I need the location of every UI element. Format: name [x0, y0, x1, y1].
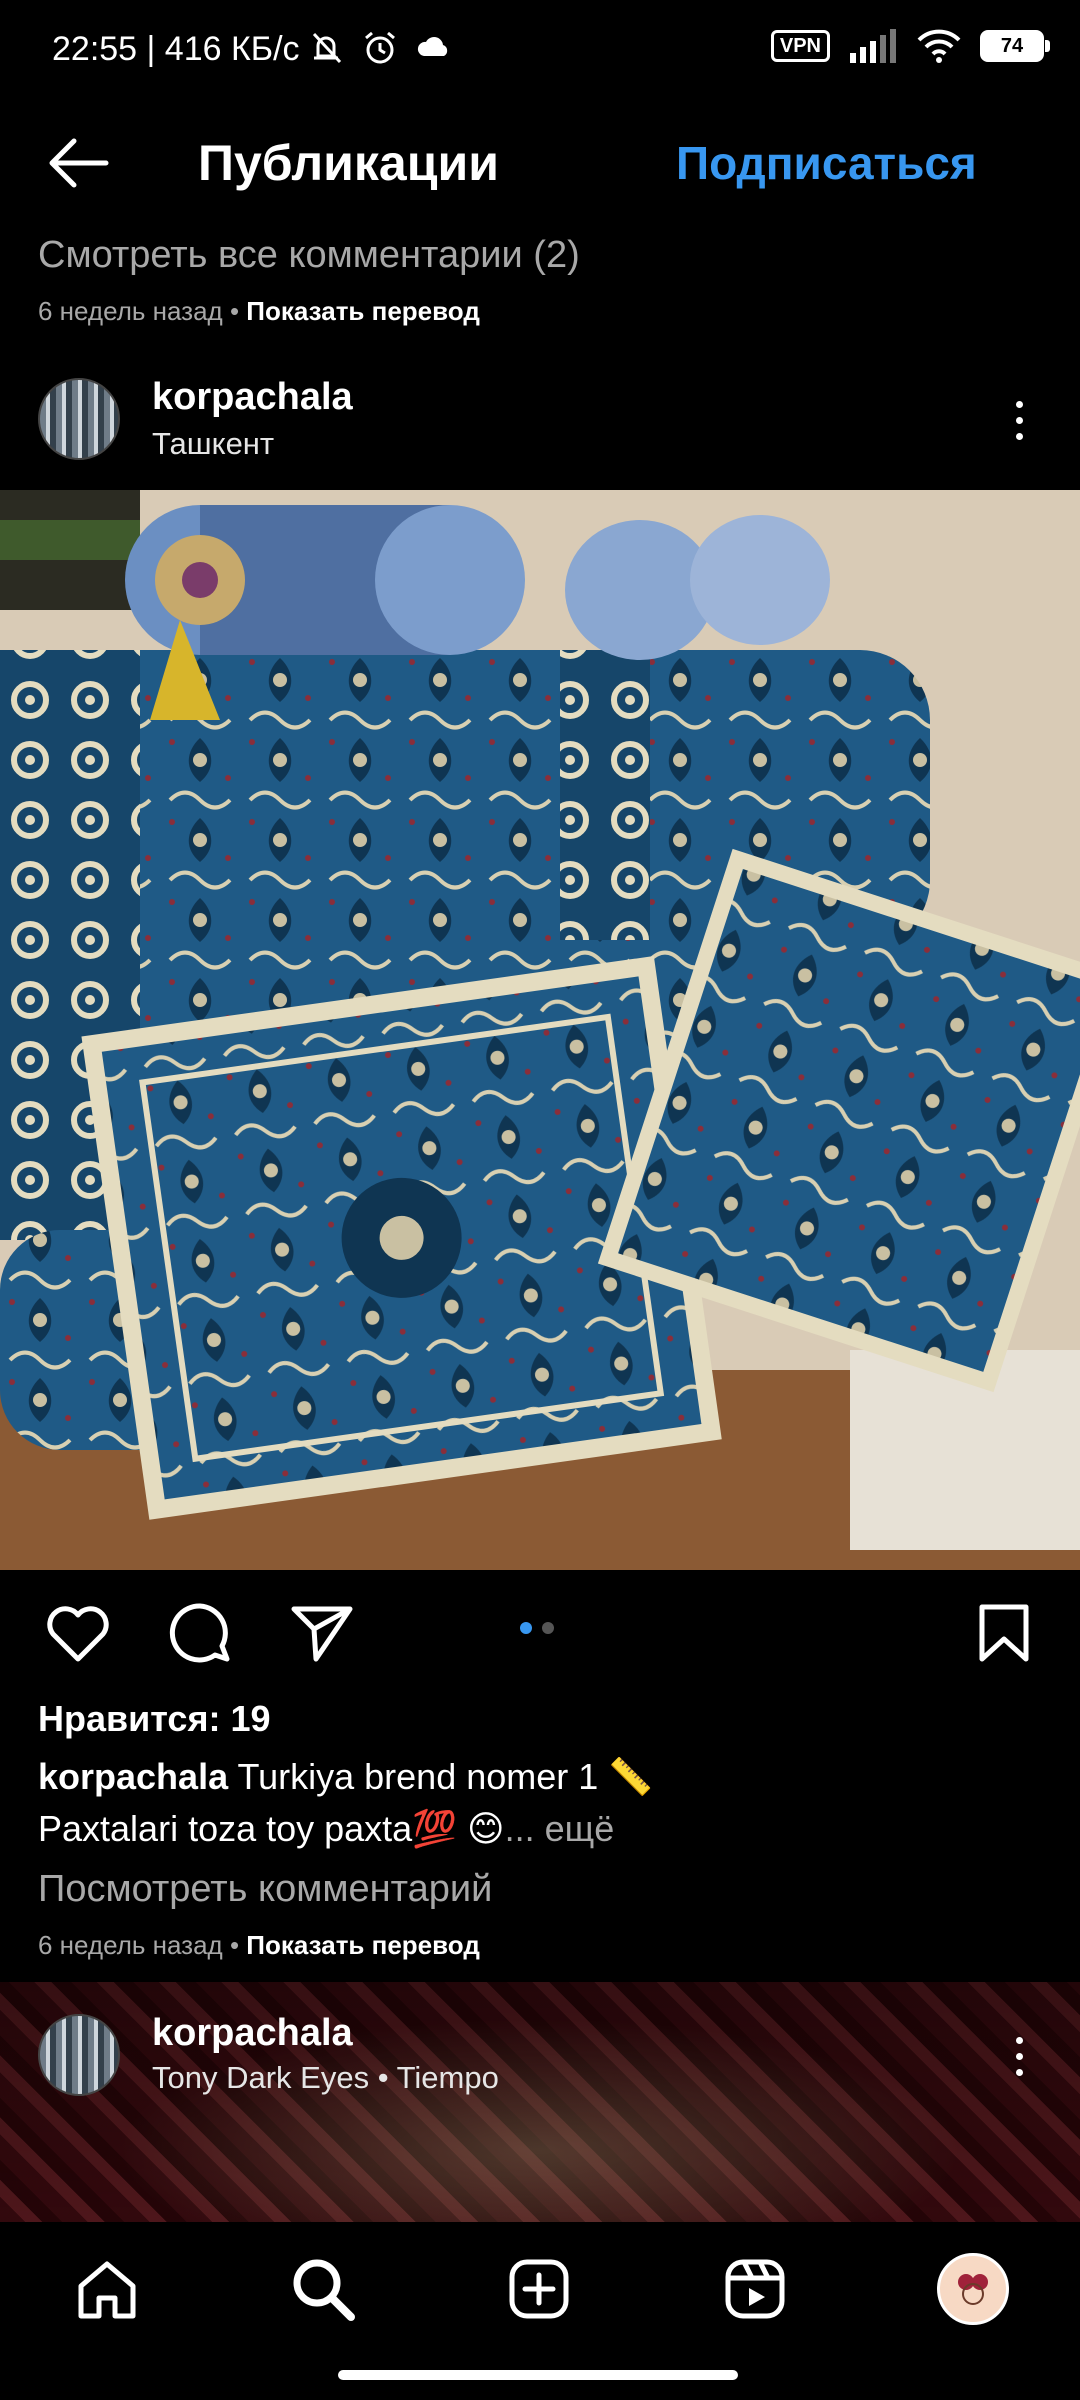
view-comments-link[interactable]: Посмотреть комментарий [38, 1868, 492, 1911]
subscribe-button[interactable]: Подписаться [676, 136, 977, 190]
muted-bell-icon [312, 32, 342, 64]
nav-reels[interactable] [710, 2244, 800, 2334]
reels-icon [725, 2259, 785, 2319]
caption-text: Turkiya brend nomer 1 📏 [237, 1756, 654, 1797]
time-ago: 6 недель назад [38, 1930, 223, 1960]
caption-line2: Paxtalari toza toy paxta💯 😊 [38, 1808, 505, 1849]
caption: korpachala Turkiya brend nomer 1 📏 [38, 1756, 653, 1798]
status-icons-right: VPN 74 [770, 28, 1050, 64]
post-meta: 6 недель назад • Показать перевод [38, 1930, 480, 1961]
meta-separator: • [229, 1930, 240, 1960]
post-image[interactable] [0, 490, 1080, 1570]
bookmark-icon [979, 1604, 1029, 1662]
carousel-dot-active [520, 1622, 532, 1634]
time-ago: 6 недель назад [38, 296, 223, 326]
more-link[interactable]: ... ещё [505, 1808, 615, 1849]
show-translation-link[interactable]: Показать перевод [246, 1930, 480, 1960]
comment-icon [169, 1603, 230, 1663]
post-photo [0, 490, 1080, 1570]
arrow-left-icon [49, 138, 109, 188]
comment-button[interactable] [160, 1598, 240, 1668]
carousel-dot [542, 1622, 554, 1634]
status-time: 22:55 | 416 КБ/с [52, 30, 300, 68]
profile-logo-icon [958, 2274, 988, 2305]
save-button[interactable] [964, 1598, 1044, 1668]
alarm-icon [365, 31, 395, 64]
profile-avatar [937, 2253, 1009, 2325]
next-post-more-button[interactable] [999, 2026, 1039, 2086]
next-post-avatar[interactable] [38, 2014, 120, 2096]
signal-icon [850, 29, 896, 63]
avatar[interactable] [38, 378, 120, 460]
post-username[interactable]: korpachala [152, 376, 353, 419]
paper-plane-icon [291, 1606, 353, 1662]
more-options-button[interactable] [999, 390, 1039, 450]
caption-continued: Paxtalari toza toy paxta💯 😊... ещё [38, 1808, 614, 1850]
nav-home[interactable] [62, 2244, 152, 2334]
previous-post-meta: 6 недель назад • Показать перевод [38, 296, 480, 327]
search-icon [293, 2259, 355, 2321]
back-button[interactable] [38, 128, 118, 198]
battery-indicator: 74 [980, 30, 1050, 62]
view-all-comments-link[interactable]: Смотреть все комментарии (2) [38, 234, 580, 277]
share-button[interactable] [282, 1598, 362, 1668]
vpn-indicator: VPN [770, 30, 830, 62]
cloud-icon [417, 37, 448, 56]
plus-square-icon [509, 2259, 569, 2319]
next-post-username[interactable]: korpachala [152, 2012, 353, 2055]
home-icon [78, 2261, 136, 2319]
next-post-audio[interactable]: Tony Dark Eyes • Tiempo [152, 2060, 499, 2096]
carousel-indicator [520, 1622, 554, 1634]
post-location[interactable]: Ташкент [152, 426, 274, 462]
caption-username[interactable]: korpachala [38, 1756, 228, 1797]
status-icons-left [306, 28, 454, 68]
nav-search[interactable] [278, 2244, 368, 2334]
heart-icon [47, 1606, 109, 1662]
likes-count[interactable]: Нравится: 19 [38, 1698, 271, 1740]
page-title: Публикации [198, 135, 499, 191]
show-translation-link[interactable]: Показать перевод [246, 296, 480, 326]
nav-profile[interactable] [928, 2244, 1018, 2334]
meta-separator: • [229, 296, 240, 326]
home-indicator[interactable] [338, 2370, 738, 2380]
like-button[interactable] [38, 1598, 118, 1668]
nav-create[interactable] [494, 2244, 584, 2334]
wifi-icon [917, 29, 961, 63]
